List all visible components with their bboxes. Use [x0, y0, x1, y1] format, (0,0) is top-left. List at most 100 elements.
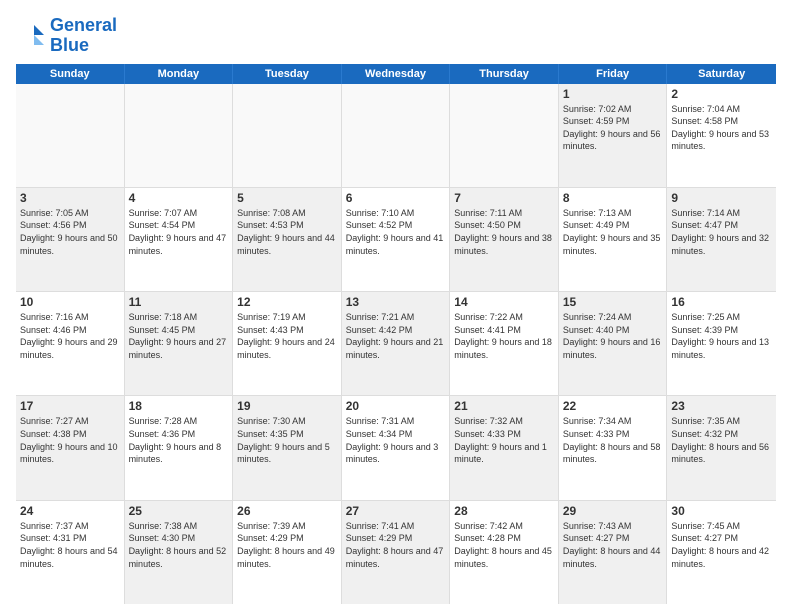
day-info: Sunrise: 7:11 AM Sunset: 4:50 PM Dayligh… [454, 207, 554, 257]
day-number: 14 [454, 295, 554, 309]
day-info: Sunrise: 7:39 AM Sunset: 4:29 PM Dayligh… [237, 520, 337, 570]
day-info: Sunrise: 7:38 AM Sunset: 4:30 PM Dayligh… [129, 520, 229, 570]
calendar-row-0: 1 Sunrise: 7:02 AM Sunset: 4:59 PM Daylig… [16, 84, 776, 188]
day-number: 10 [20, 295, 120, 309]
day-cell-9: 9 Sunrise: 7:14 AM Sunset: 4:47 PM Daylig… [667, 188, 776, 291]
day-info: Sunrise: 7:31 AM Sunset: 4:34 PM Dayligh… [346, 415, 446, 465]
day-info: Sunrise: 7:32 AM Sunset: 4:33 PM Dayligh… [454, 415, 554, 465]
logo: General Blue [16, 16, 117, 56]
day-number: 13 [346, 295, 446, 309]
calendar-row-1: 3 Sunrise: 7:05 AM Sunset: 4:56 PM Daylig… [16, 188, 776, 292]
weekday-header-monday: Monday [125, 64, 234, 84]
weekday-header-friday: Friday [559, 64, 668, 84]
day-info: Sunrise: 7:34 AM Sunset: 4:33 PM Dayligh… [563, 415, 663, 465]
calendar-header: SundayMondayTuesdayWednesdayThursdayFrid… [16, 64, 776, 84]
day-number: 30 [671, 504, 772, 518]
day-cell-10: 10 Sunrise: 7:16 AM Sunset: 4:46 PM Dayli… [16, 292, 125, 395]
weekday-header-saturday: Saturday [667, 64, 776, 84]
day-cell-29: 29 Sunrise: 7:43 AM Sunset: 4:27 PM Dayli… [559, 501, 668, 604]
day-cell-30: 30 Sunrise: 7:45 AM Sunset: 4:27 PM Dayli… [667, 501, 776, 604]
day-number: 21 [454, 399, 554, 413]
calendar-row-4: 24 Sunrise: 7:37 AM Sunset: 4:31 PM Dayli… [16, 501, 776, 604]
day-number: 29 [563, 504, 663, 518]
day-cell-4: 4 Sunrise: 7:07 AM Sunset: 4:54 PM Daylig… [125, 188, 234, 291]
day-number: 11 [129, 295, 229, 309]
day-cell-27: 27 Sunrise: 7:41 AM Sunset: 4:29 PM Dayli… [342, 501, 451, 604]
day-number: 28 [454, 504, 554, 518]
weekday-header-thursday: Thursday [450, 64, 559, 84]
day-number: 19 [237, 399, 337, 413]
empty-cell-0-4 [450, 84, 559, 187]
day-info: Sunrise: 7:18 AM Sunset: 4:45 PM Dayligh… [129, 311, 229, 361]
day-number: 16 [671, 295, 772, 309]
day-info: Sunrise: 7:25 AM Sunset: 4:39 PM Dayligh… [671, 311, 772, 361]
day-info: Sunrise: 7:42 AM Sunset: 4:28 PM Dayligh… [454, 520, 554, 570]
day-cell-12: 12 Sunrise: 7:19 AM Sunset: 4:43 PM Dayli… [233, 292, 342, 395]
day-cell-11: 11 Sunrise: 7:18 AM Sunset: 4:45 PM Dayli… [125, 292, 234, 395]
day-number: 6 [346, 191, 446, 205]
day-number: 17 [20, 399, 120, 413]
day-info: Sunrise: 7:41 AM Sunset: 4:29 PM Dayligh… [346, 520, 446, 570]
day-number: 22 [563, 399, 663, 413]
day-number: 4 [129, 191, 229, 205]
day-number: 27 [346, 504, 446, 518]
weekday-header-wednesday: Wednesday [342, 64, 451, 84]
day-number: 26 [237, 504, 337, 518]
day-cell-18: 18 Sunrise: 7:28 AM Sunset: 4:36 PM Dayli… [125, 396, 234, 499]
day-info: Sunrise: 7:35 AM Sunset: 4:32 PM Dayligh… [671, 415, 772, 465]
calendar-row-3: 17 Sunrise: 7:27 AM Sunset: 4:38 PM Dayli… [16, 396, 776, 500]
day-number: 18 [129, 399, 229, 413]
day-info: Sunrise: 7:04 AM Sunset: 4:58 PM Dayligh… [671, 103, 772, 153]
day-cell-14: 14 Sunrise: 7:22 AM Sunset: 4:41 PM Dayli… [450, 292, 559, 395]
calendar: SundayMondayTuesdayWednesdayThursdayFrid… [16, 64, 776, 604]
day-cell-25: 25Sunrise: 7:38 AM Sunset: 4:30 PM Dayli… [125, 501, 234, 604]
day-cell-1: 1 Sunrise: 7:02 AM Sunset: 4:59 PM Daylig… [559, 84, 668, 187]
day-number: 2 [671, 87, 772, 101]
day-info: Sunrise: 7:37 AM Sunset: 4:31 PM Dayligh… [20, 520, 120, 570]
day-info: Sunrise: 7:10 AM Sunset: 4:52 PM Dayligh… [346, 207, 446, 257]
day-cell-5: 5 Sunrise: 7:08 AM Sunset: 4:53 PM Daylig… [233, 188, 342, 291]
day-number: 24 [20, 504, 120, 518]
day-cell-26: 26 Sunrise: 7:39 AM Sunset: 4:29 PM Dayli… [233, 501, 342, 604]
empty-cell-0-1 [125, 84, 234, 187]
day-number: 3 [20, 191, 120, 205]
day-info: Sunrise: 7:07 AM Sunset: 4:54 PM Dayligh… [129, 207, 229, 257]
day-cell-20: 20Sunrise: 7:31 AM Sunset: 4:34 PM Dayli… [342, 396, 451, 499]
day-cell-3: 3 Sunrise: 7:05 AM Sunset: 4:56 PM Daylig… [16, 188, 125, 291]
day-number: 7 [454, 191, 554, 205]
day-cell-6: 6 Sunrise: 7:10 AM Sunset: 4:52 PM Daylig… [342, 188, 451, 291]
day-number: 1 [563, 87, 663, 101]
day-cell-17: 17 Sunrise: 7:27 AM Sunset: 4:38 PM Dayli… [16, 396, 125, 499]
day-cell-22: 22 Sunrise: 7:34 AM Sunset: 4:33 PM Dayli… [559, 396, 668, 499]
day-cell-24: 24 Sunrise: 7:37 AM Sunset: 4:31 PM Dayli… [16, 501, 125, 604]
day-info: Sunrise: 7:28 AM Sunset: 4:36 PM Dayligh… [129, 415, 229, 465]
day-number: 9 [671, 191, 772, 205]
day-info: Sunrise: 7:43 AM Sunset: 4:27 PM Dayligh… [563, 520, 663, 570]
day-info: Sunrise: 7:21 AM Sunset: 4:42 PM Dayligh… [346, 311, 446, 361]
day-cell-19: 19 Sunrise: 7:30 AM Sunset: 4:35 PM Dayli… [233, 396, 342, 499]
day-info: Sunrise: 7:45 AM Sunset: 4:27 PM Dayligh… [671, 520, 772, 570]
day-info: Sunrise: 7:30 AM Sunset: 4:35 PM Dayligh… [237, 415, 337, 465]
logo-icon [16, 21, 46, 51]
day-cell-28: 28 Sunrise: 7:42 AM Sunset: 4:28 PM Dayli… [450, 501, 559, 604]
day-number: 12 [237, 295, 337, 309]
empty-cell-0-0 [16, 84, 125, 187]
day-info: Sunrise: 7:22 AM Sunset: 4:41 PM Dayligh… [454, 311, 554, 361]
day-info: Sunrise: 7:19 AM Sunset: 4:43 PM Dayligh… [237, 311, 337, 361]
day-info: Sunrise: 7:02 AM Sunset: 4:59 PM Dayligh… [563, 103, 663, 153]
day-info: Sunrise: 7:27 AM Sunset: 4:38 PM Dayligh… [20, 415, 120, 465]
day-info: Sunrise: 7:05 AM Sunset: 4:56 PM Dayligh… [20, 207, 120, 257]
weekday-header-tuesday: Tuesday [233, 64, 342, 84]
day-cell-15: 15Sunrise: 7:24 AM Sunset: 4:40 PM Dayli… [559, 292, 668, 395]
day-number: 23 [671, 399, 772, 413]
empty-cell-0-2 [233, 84, 342, 187]
day-cell-2: 2 Sunrise: 7:04 AM Sunset: 4:58 PM Daylig… [667, 84, 776, 187]
day-info: Sunrise: 7:08 AM Sunset: 4:53 PM Dayligh… [237, 207, 337, 257]
day-number: 5 [237, 191, 337, 205]
day-info: Sunrise: 7:14 AM Sunset: 4:47 PM Dayligh… [671, 207, 772, 257]
day-number: 15 [563, 295, 663, 309]
day-info: Sunrise: 7:16 AM Sunset: 4:46 PM Dayligh… [20, 311, 120, 361]
empty-cell-0-3 [342, 84, 451, 187]
logo-text: General Blue [50, 16, 117, 56]
day-cell-13: 13 Sunrise: 7:21 AM Sunset: 4:42 PM Dayli… [342, 292, 451, 395]
